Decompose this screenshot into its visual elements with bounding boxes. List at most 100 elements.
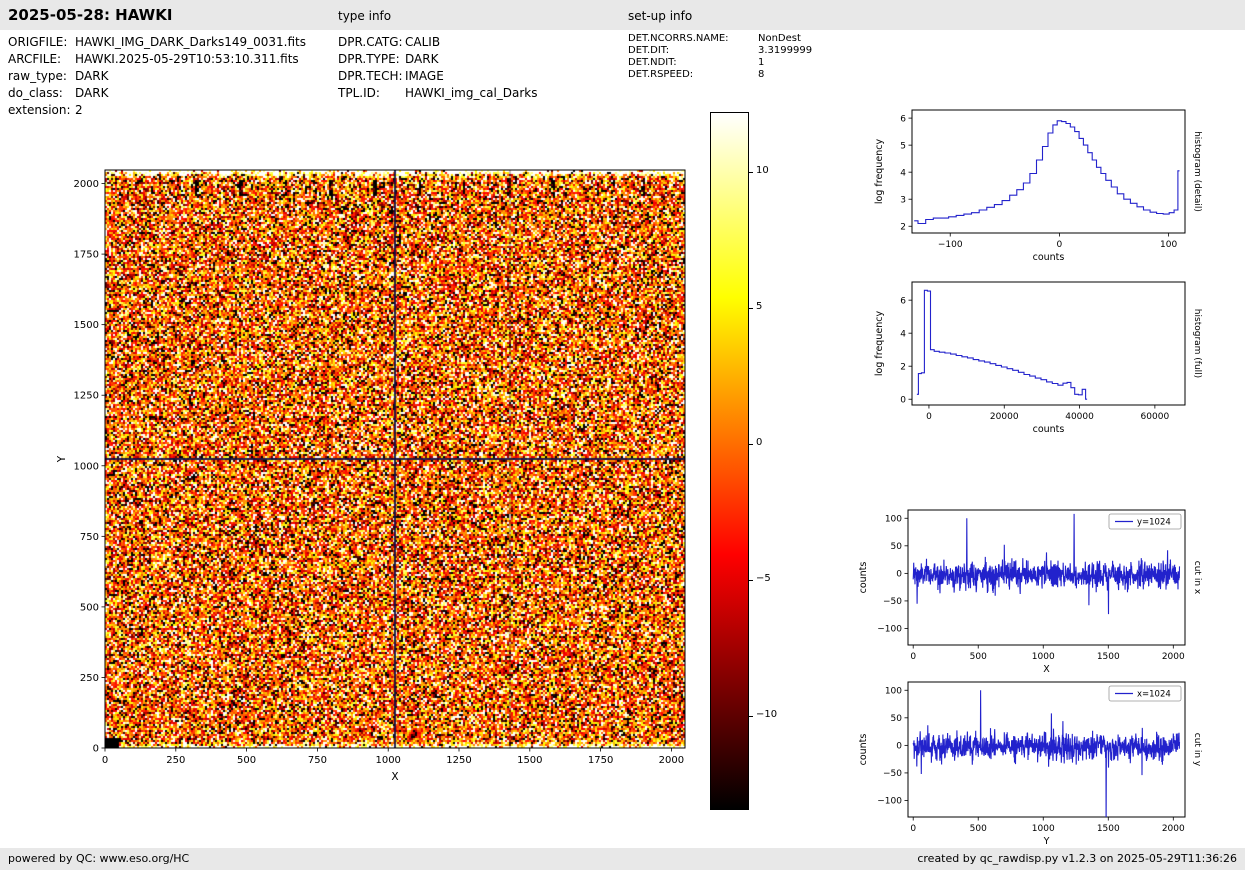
svg-text:counts: counts — [1033, 252, 1065, 263]
meta-row-rspeed: DET.RSPEED:8 — [628, 69, 812, 81]
svg-text:100: 100 — [885, 686, 902, 696]
svg-text:750: 750 — [80, 532, 99, 543]
meta-value: DARK — [405, 51, 438, 68]
svg-text:y=1024: y=1024 — [1137, 518, 1171, 528]
svg-text:1500: 1500 — [74, 320, 99, 331]
svg-text:1750: 1750 — [588, 755, 613, 766]
meta-label: ORIGFILE: — [8, 34, 75, 51]
svg-text:250: 250 — [166, 755, 185, 766]
svg-text:0: 0 — [910, 824, 916, 834]
meta-label: DPR.TYPE: — [338, 51, 405, 68]
colorbar-gradient — [710, 112, 749, 810]
svg-text:2000: 2000 — [1162, 652, 1185, 662]
svg-text:Y: Y — [56, 455, 68, 463]
svg-text:cut in y: cut in y — [1192, 733, 1202, 767]
colorbar-tick — [749, 716, 753, 717]
svg-text:500: 500 — [970, 824, 987, 834]
svg-text:x=1024: x=1024 — [1137, 690, 1171, 700]
colorbar-tick — [749, 172, 753, 173]
cut-in-y-chart: 0500100015002000−100−50050100Ycountscut … — [848, 670, 1245, 860]
meta-row-ndit: DET.NDIT:1 — [628, 57, 812, 69]
svg-text:2000: 2000 — [1162, 824, 1185, 834]
svg-text:4: 4 — [900, 168, 906, 178]
svg-text:counts: counts — [1033, 424, 1065, 435]
footer-powered-by: powered by QC: www.eso.org/HC — [8, 852, 189, 865]
meta-label: ARCFILE: — [8, 51, 75, 68]
meta-row-extension: extension:2 — [8, 102, 306, 119]
meta-label: DET.RSPEED: — [628, 69, 758, 81]
svg-text:4: 4 — [900, 329, 906, 339]
meta-row-tpl-id: TPL.ID:HAWKI_img_cal_Darks — [338, 85, 538, 102]
svg-text:1500: 1500 — [1097, 824, 1120, 834]
svg-text:−50: −50 — [883, 597, 902, 607]
meta-value: DARK — [75, 85, 108, 102]
colorbar-tick-label: −5 — [756, 573, 771, 584]
svg-text:0: 0 — [926, 412, 932, 422]
meta-row-dit: DET.DIT:3.3199999 — [628, 45, 812, 57]
colorbar-tick — [749, 444, 753, 445]
svg-text:250: 250 — [80, 673, 99, 684]
meta-value: 2 — [75, 102, 83, 119]
meta-label: DPR.CATG: — [338, 34, 405, 51]
footer-created-by: created by qc_rawdisp.py v1.2.3 on 2025-… — [917, 852, 1237, 865]
type-info-block: DPR.CATG:CALIB DPR.TYPE:DARK DPR.TECH:IM… — [338, 34, 538, 102]
meta-value: NonDest — [758, 33, 801, 45]
svg-text:cut in x: cut in x — [1192, 561, 1202, 595]
svg-text:0: 0 — [1057, 240, 1063, 250]
svg-text:1500: 1500 — [1097, 652, 1120, 662]
svg-text:100: 100 — [1160, 240, 1177, 250]
svg-text:50: 50 — [891, 714, 903, 724]
svg-text:0: 0 — [910, 652, 916, 662]
meta-value: 8 — [758, 69, 764, 81]
meta-value: DARK — [75, 68, 108, 85]
svg-text:500: 500 — [970, 652, 987, 662]
svg-text:100: 100 — [885, 514, 902, 524]
meta-label: DPR.TECH: — [338, 68, 405, 85]
colorbar-tick-label: −10 — [756, 709, 777, 720]
svg-text:log frequency: log frequency — [874, 311, 885, 377]
setup-info-heading: set-up info — [628, 9, 692, 23]
svg-text:2: 2 — [900, 222, 906, 232]
meta-row-arcfile: ARCFILE:HAWKI.2025-05-29T10:53:10.311.fi… — [8, 51, 306, 68]
svg-text:0: 0 — [900, 395, 906, 405]
svg-text:40000: 40000 — [1065, 412, 1094, 422]
svg-text:X: X — [391, 771, 398, 783]
meta-value: CALIB — [405, 34, 440, 51]
colorbar: 10 5 0 −5 −10 — [710, 112, 790, 812]
svg-text:Y: Y — [1043, 836, 1050, 847]
svg-text:750: 750 — [308, 755, 327, 766]
svg-text:histogram (detail): histogram (detail) — [1192, 131, 1202, 212]
header-bar: 2025-05-28: HAWKI type info set-up info — [0, 0, 1245, 30]
svg-text:500: 500 — [237, 755, 256, 766]
meta-label: extension: — [8, 102, 75, 119]
svg-text:counts: counts — [858, 734, 869, 766]
main-image-axes: 0250500750100012501500175020000250500750… — [40, 150, 740, 810]
meta-row-dpr-type: DPR.TYPE:DARK — [338, 51, 538, 68]
meta-value: HAWKI_img_cal_Darks — [405, 85, 538, 102]
svg-text:1000: 1000 — [1032, 652, 1055, 662]
svg-text:1000: 1000 — [375, 755, 400, 766]
footer-bar: powered by QC: www.eso.org/HC created by… — [0, 848, 1245, 870]
type-info-heading: type info — [338, 9, 391, 23]
svg-text:1000: 1000 — [74, 461, 99, 472]
svg-text:−100: −100 — [938, 240, 963, 250]
svg-text:0: 0 — [102, 755, 108, 766]
svg-text:0: 0 — [93, 744, 99, 755]
svg-text:1000: 1000 — [1032, 824, 1055, 834]
svg-text:1500: 1500 — [517, 755, 542, 766]
colorbar-tick-label: 5 — [756, 301, 762, 312]
meta-row-dpr-catg: DPR.CATG:CALIB — [338, 34, 538, 51]
svg-text:1250: 1250 — [74, 391, 99, 402]
svg-text:500: 500 — [80, 602, 99, 613]
histogram-full-chart: 02000040000600000246countslog frequencyh… — [852, 270, 1245, 448]
qc-rawdisp-report-page: 2025-05-28: HAWKI type info set-up info … — [0, 0, 1245, 870]
meta-label: TPL.ID: — [338, 85, 405, 102]
meta-value: 3.3199999 — [758, 45, 812, 57]
histogram-detail-chart: −100010023456countslog frequencyhistogra… — [852, 98, 1245, 276]
colorbar-tick-label: 0 — [756, 437, 762, 448]
svg-text:log frequency: log frequency — [874, 139, 885, 205]
colorbar-tick-label: 10 — [756, 165, 769, 176]
svg-text:6: 6 — [900, 114, 906, 124]
meta-label: raw_type: — [8, 68, 75, 85]
meta-row-origfile: ORIGFILE:HAWKI_IMG_DARK_Darks149_0031.fi… — [8, 34, 306, 51]
